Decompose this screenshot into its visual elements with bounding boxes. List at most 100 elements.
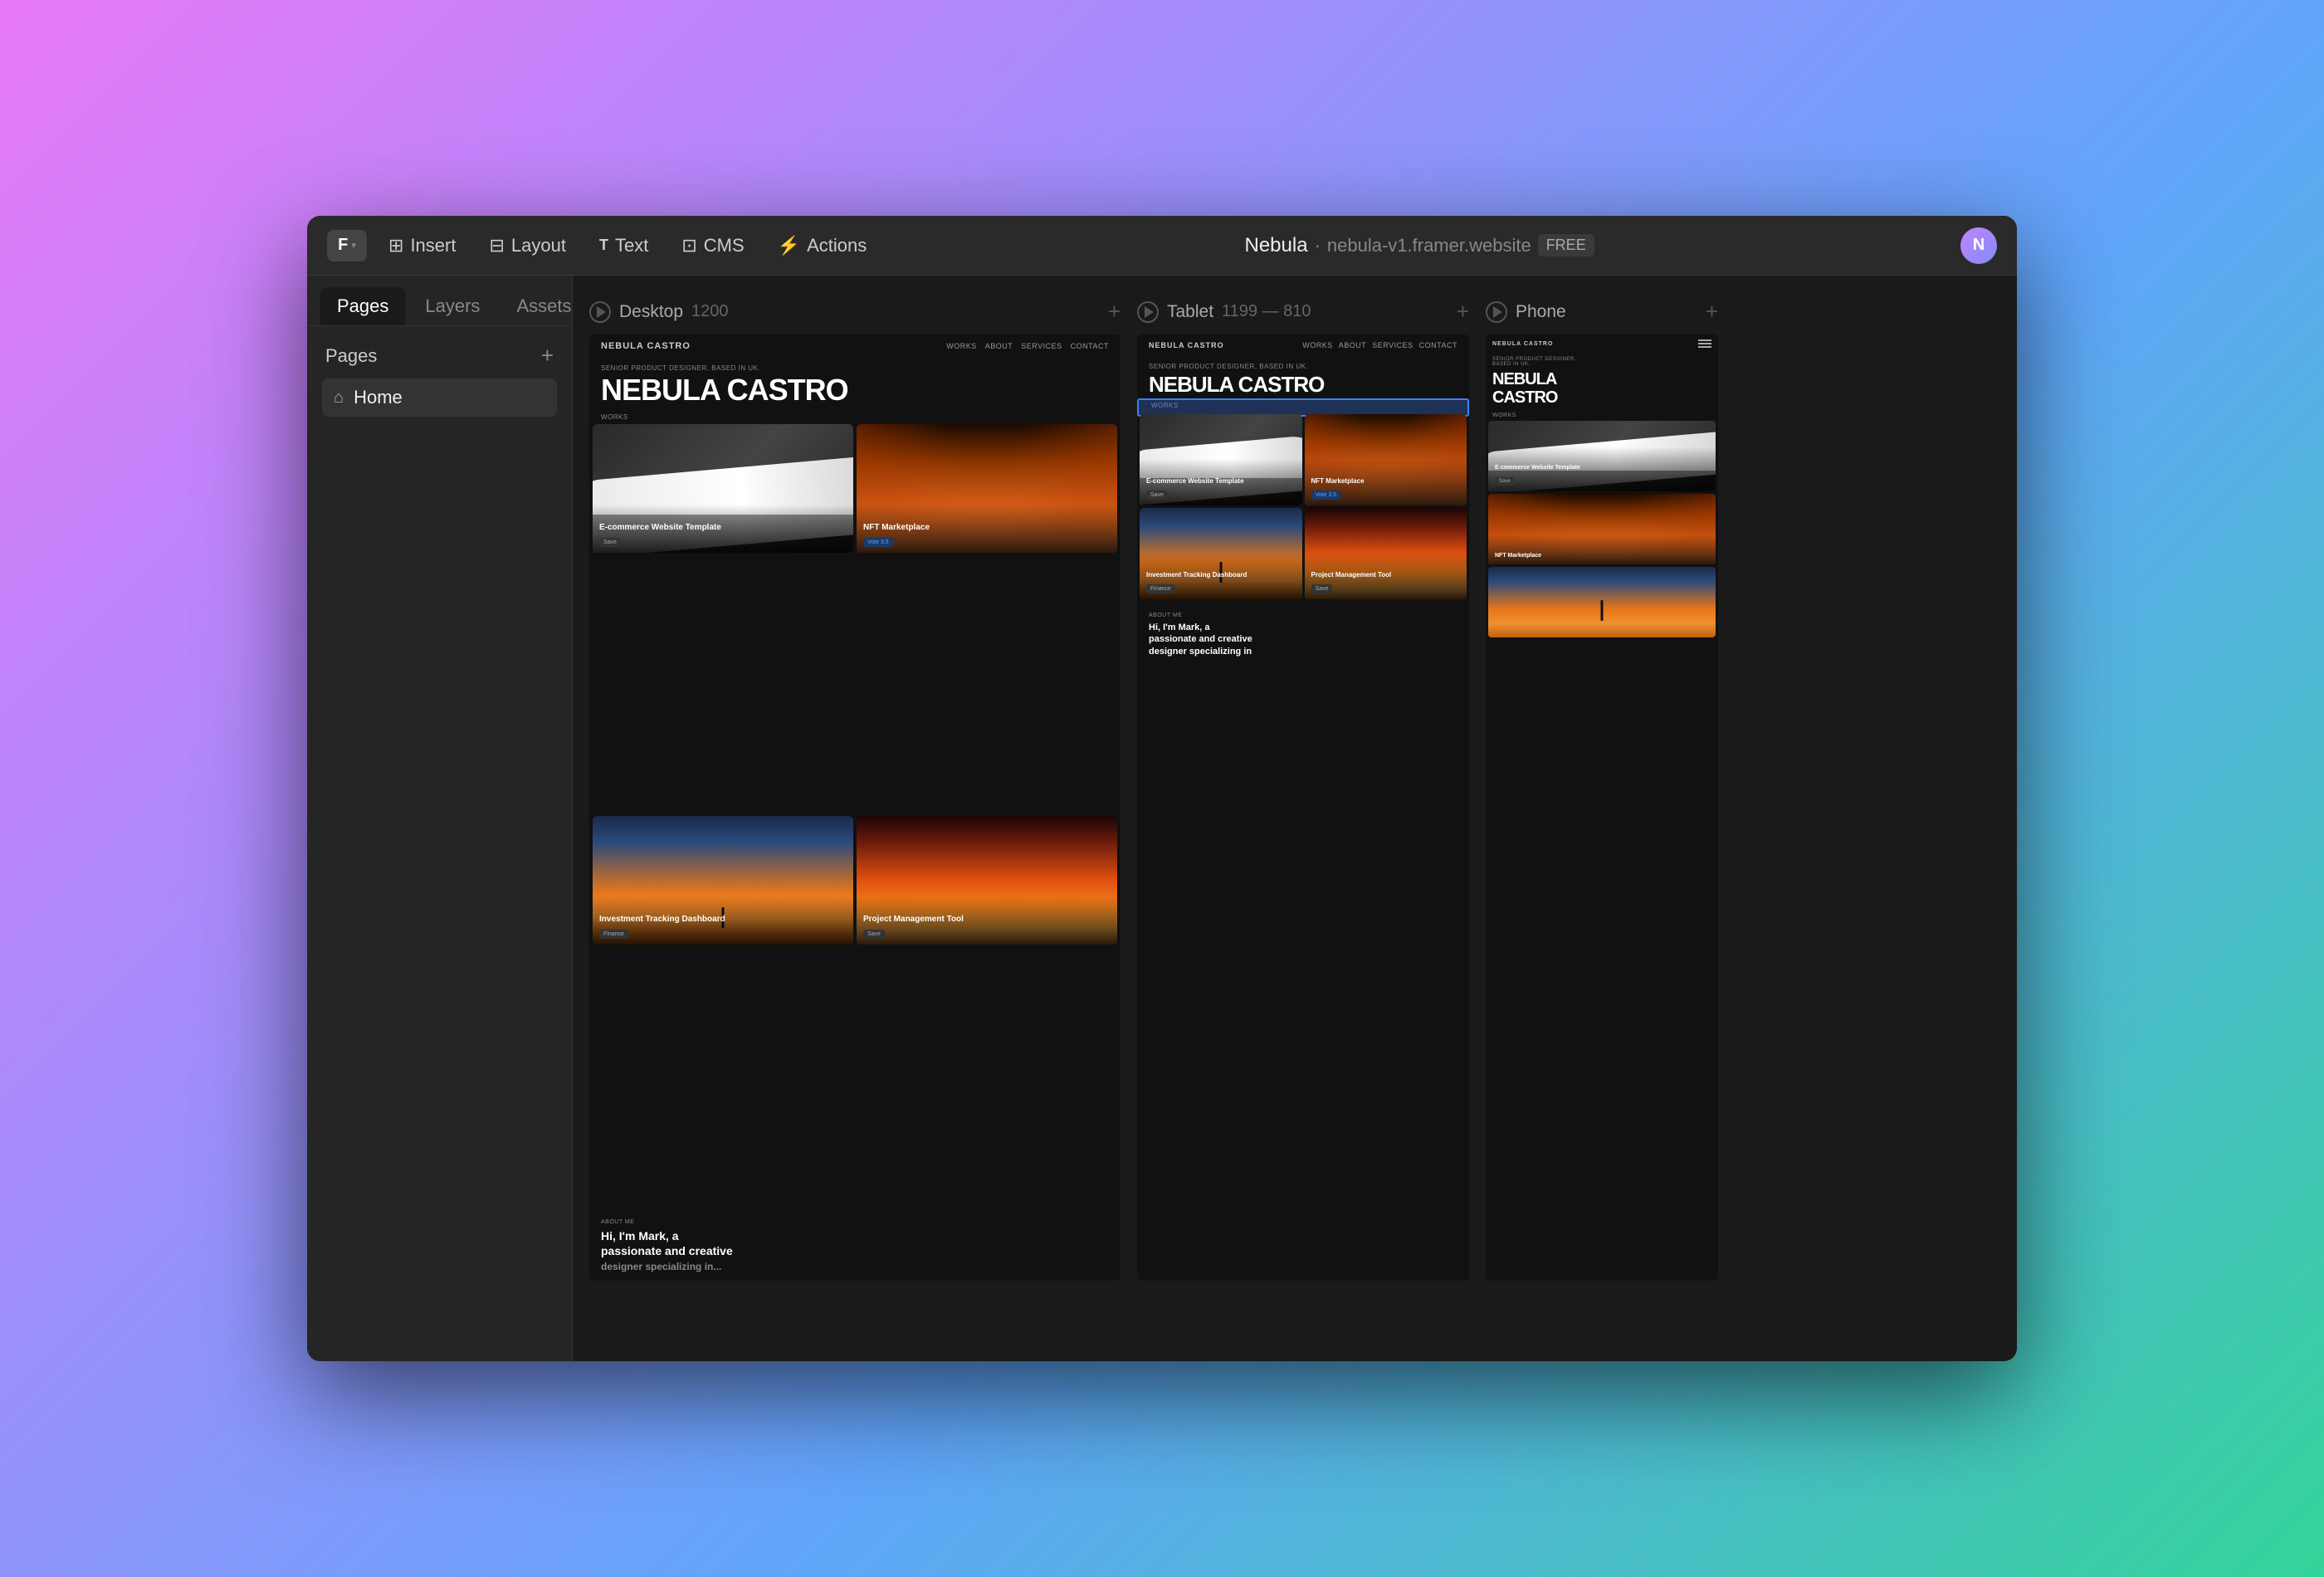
desktop-header-left: Desktop 1200 <box>589 301 729 323</box>
card-project-title: Project Management Tool <box>863 915 1111 925</box>
card-nft-title: NFT Marketplace <box>863 523 1111 533</box>
tablet-nav-about: ABOUT <box>1339 341 1367 349</box>
tablet-card-investment-label: Investment Tracking Dashboard Finance <box>1140 553 1302 599</box>
tablet-card-project[interactable]: Project Management Tool Save <box>1305 508 1467 599</box>
toolbar: F ▾ ⊞ Insert ⊟ Layout T Text ⊡ CMS ⚡ Act… <box>307 216 2017 276</box>
tab-layers[interactable]: Layers <box>408 287 496 325</box>
card-ecommerce-title: E-commerce Website Template <box>599 523 847 533</box>
phone-add-button[interactable]: + <box>1706 299 1718 325</box>
card-investment-tag: Finance <box>599 930 628 939</box>
tablet-header: Tablet 1199 — 810 + <box>1137 299 1469 334</box>
insert-label: Insert <box>410 235 456 256</box>
phone-card-landscape[interactable] <box>1488 567 1716 637</box>
card-ecommerce[interactable]: E-commerce Website Template Save <box>593 424 853 553</box>
actions-button[interactable]: ⚡ Actions <box>766 228 879 263</box>
tablet-card-investment[interactable]: Investment Tracking Dashboard Finance <box>1140 508 1302 599</box>
phone-hero-title: NEBULACASTRO <box>1492 370 1711 407</box>
card-project-label: Project Management Tool Save <box>857 896 1117 945</box>
tablet-nav-contact: CONTACT <box>1419 341 1457 349</box>
desktop-viewport: Desktop 1200 + NEBULA CASTRO WORKS ABOUT <box>589 299 1120 1338</box>
page-item-home[interactable]: ⌂ Home <box>322 378 557 417</box>
desktop-header: Desktop 1200 + <box>589 299 1120 334</box>
phone-card-ecommerce-title: E-commerce Website Template <box>1495 465 1709 471</box>
tablet-label: Tablet <box>1167 302 1213 322</box>
layout-button[interactable]: ⊟ Layout <box>477 228 578 263</box>
tablet-frame: NEBULA CASTRO WORKS ABOUT SERVICES CONTA… <box>1137 334 1469 1281</box>
logo-dropdown-arrow: ▾ <box>351 240 356 251</box>
tablet-about-text: Hi, I'm Mark, apassionate and creativede… <box>1149 622 1457 657</box>
tablet-card-project-label: Project Management Tool Save <box>1305 553 1467 599</box>
nav-about: ABOUT <box>985 342 1013 350</box>
text-button[interactable]: T Text <box>588 228 660 263</box>
nav-works: WORKS <box>946 342 977 350</box>
phone-play-button[interactable] <box>1486 301 1507 323</box>
tablet-card-nft-title: NFT Marketplace <box>1311 477 1461 486</box>
phone-card-canyon-label: NFT Marketplace <box>1488 535 1716 564</box>
tab-pages[interactable]: Pages <box>320 287 405 325</box>
phone-header-left: Phone <box>1486 301 1566 323</box>
nav-contact: CONTACT <box>1071 342 1109 350</box>
phone-works-label: WORKS <box>1486 409 1718 421</box>
phone-works-grid: E-commerce Website Template Save NFT Mar… <box>1486 421 1718 637</box>
layout-icon: ⊟ <box>489 235 504 256</box>
phone-card-canyon[interactable]: NFT Marketplace <box>1488 494 1716 564</box>
user-avatar[interactable]: N <box>1960 227 1997 264</box>
desktop-add-button[interactable]: + <box>1108 299 1120 325</box>
desktop-preview: NEBULA CASTRO WORKS ABOUT SERVICES CONTA… <box>589 334 1120 1281</box>
phone-card-canyon-title: NFT Marketplace <box>1495 553 1709 559</box>
add-page-button[interactable]: + <box>541 343 554 369</box>
phone-preview: NEBULA CASTRO SENIOR PRODUCT DESIGNER,BA… <box>1486 334 1718 1281</box>
tablet-card-ecommerce-tag: Save <box>1146 491 1168 500</box>
phone-nav: NEBULA CASTRO <box>1486 334 1718 353</box>
desktop-works-grid: E-commerce Website Template Save NFT Mar… <box>589 424 1120 1204</box>
actions-icon: ⚡ <box>778 235 800 256</box>
card-project[interactable]: Project Management Tool Save <box>857 816 1117 945</box>
tablet-works-grid: E-commerce Website Template Save NFT Mar… <box>1137 414 1469 599</box>
card-investment[interactable]: Investment Tracking Dashboard Finance <box>593 816 853 945</box>
canvas-area[interactable]: Desktop 1200 + NEBULA CASTRO WORKS ABOUT <box>573 276 2017 1361</box>
phone-viewport: Phone + NEBULA CASTRO <box>1486 299 1718 1338</box>
tablet-hero: SENIOR PRODUCT DESIGNER, BASED IN UK. NE… <box>1137 356 1469 398</box>
actions-label: Actions <box>807 235 867 256</box>
tablet-about-label: ABOUT ME <box>1149 613 1457 618</box>
card-nft[interactable]: NFT Marketplace Vote 3.5 <box>857 424 1117 553</box>
layout-label: Layout <box>511 235 566 256</box>
desktop-hero: SENIOR PRODUCT DESIGNER, BASED IN UK. NE… <box>589 358 1120 408</box>
insert-icon: ⊞ <box>388 235 403 256</box>
tablet-card-nft-tag: Vote 3.5 <box>1311 491 1341 500</box>
page-item-label: Home <box>354 387 403 408</box>
desktop-about: ABOUT ME Hi, I'm Mark, apassionate and c… <box>589 1213 1120 1281</box>
tablet-card-investment-tag: Finance <box>1146 584 1175 593</box>
framer-logo-button[interactable]: F ▾ <box>327 230 367 261</box>
preview-nav-links: WORKS ABOUT SERVICES CONTACT <box>946 342 1109 350</box>
tablet-card-ecommerce[interactable]: E-commerce Website Template Save <box>1140 414 1302 505</box>
tablet-card-nft-label: NFT Marketplace Vote 3.5 <box>1305 459 1467 505</box>
tablet-card-project-title: Project Management Tool <box>1311 571 1461 579</box>
tablet-nav-works: WORKS <box>1302 341 1333 349</box>
app-window: F ▾ ⊞ Insert ⊟ Layout T Text ⊡ CMS ⚡ Act… <box>307 216 2017 1361</box>
card-investment-title: Investment Tracking Dashboard <box>599 915 847 925</box>
desktop-about-text: Hi, I'm Mark, apassionate and creativede… <box>601 1228 1109 1274</box>
tablet-card-nft[interactable]: NFT Marketplace Vote 3.5 <box>1305 414 1467 505</box>
nav-services: SERVICES <box>1021 342 1062 350</box>
phone-hamburger[interactable] <box>1698 339 1711 348</box>
card-nft-tag: Vote 3.5 <box>863 538 893 547</box>
desktop-works-label: WORKS <box>589 408 1120 424</box>
desktop-subtitle: SENIOR PRODUCT DESIGNER, BASED IN UK. <box>601 364 1109 372</box>
desktop-play-button[interactable] <box>589 301 611 323</box>
tablet-card-ecommerce-label: E-commerce Website Template Save <box>1140 459 1302 505</box>
app-title: Nebula <box>1245 234 1308 257</box>
tablet-nav-services: SERVICES <box>1372 341 1413 349</box>
cms-button[interactable]: ⊡ CMS <box>670 228 755 263</box>
tablet-play-button[interactable] <box>1137 301 1159 323</box>
insert-button[interactable]: ⊞ Insert <box>377 228 467 263</box>
tablet-works-section: WORKS <box>1137 398 1469 413</box>
tablet-about: ABOUT ME Hi, I'm Mark, apassionate and c… <box>1137 606 1469 664</box>
text-label: Text <box>615 235 648 256</box>
tablet-add-button[interactable]: + <box>1457 299 1469 325</box>
pages-header: Pages + <box>322 343 557 378</box>
preview-logo: NEBULA CASTRO <box>601 341 691 351</box>
card-nft-label: NFT Marketplace Vote 3.5 <box>857 505 1117 553</box>
phone-card-ecommerce[interactable]: E-commerce Website Template Save <box>1488 421 1716 491</box>
main-content: Pages Layers Assets Pages + ⌂ Home <box>307 276 2017 1361</box>
